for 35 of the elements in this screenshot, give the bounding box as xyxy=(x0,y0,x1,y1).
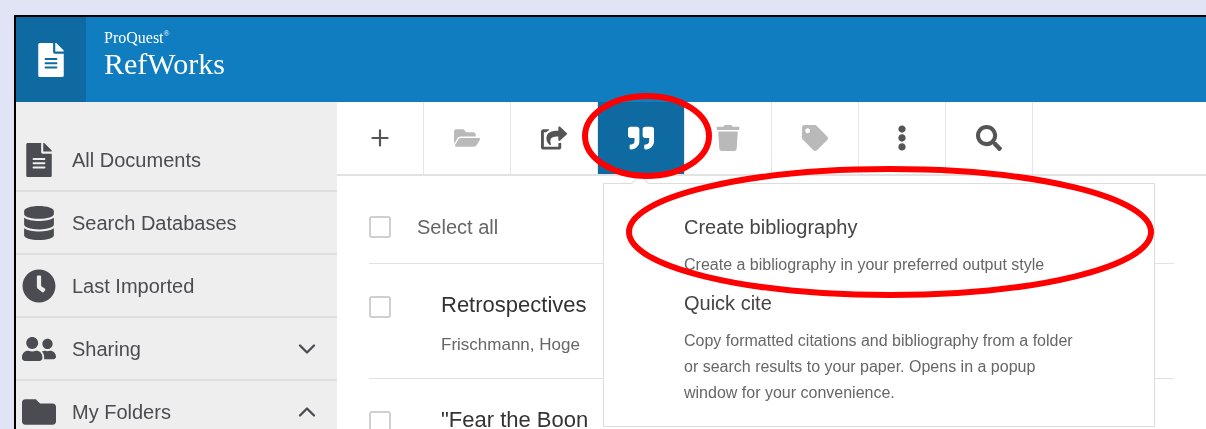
document-icon xyxy=(38,42,64,77)
clock-icon xyxy=(22,268,56,303)
row-checkbox[interactable] xyxy=(369,296,391,318)
sidebar-label: My Folders xyxy=(72,399,172,425)
share-icon xyxy=(541,125,567,151)
menu-item-title: Quick cite xyxy=(684,291,773,316)
brand-name: RefWorks xyxy=(104,47,225,81)
menu-item-title: Create bibliography xyxy=(684,215,859,240)
sidebar-label: Last Imported xyxy=(72,273,196,299)
toolbar-button[interactable] xyxy=(598,102,685,174)
sidebar-item[interactable]: Sharing xyxy=(16,318,337,381)
sidebar-label: All Documents xyxy=(72,147,202,173)
select-all-label: Select all xyxy=(417,214,499,240)
database-icon xyxy=(22,205,56,240)
menu-item[interactable]: Quick cite Copy formatted citations and bibliography from a folder or search results to your paper. Opens in a popup window for your convenience. xyxy=(684,288,1074,406)
document-title[interactable]: Retrospectives xyxy=(441,292,587,318)
sidebar-label: Sharing xyxy=(72,336,142,362)
search-icon xyxy=(976,125,1002,151)
trash-icon xyxy=(715,125,741,151)
sidebar-label: Search Databases xyxy=(72,210,238,236)
quote-icon xyxy=(628,125,654,151)
sidebar-item[interactable]: Search Databases xyxy=(16,192,337,255)
brand-name-small: ProQuest xyxy=(104,29,164,47)
document-title[interactable]: "Fear the Boon xyxy=(441,406,589,429)
sidebar-item[interactable]: My Folders xyxy=(16,381,337,429)
document-authors: Frischmann, Hoge xyxy=(441,334,581,356)
select-all-checkbox[interactable] xyxy=(369,215,391,238)
tag-icon xyxy=(802,125,828,151)
menu-item[interactable]: Create bibliography Create a bibliography in your preferred output style xyxy=(684,212,1074,278)
row-checkbox[interactable] xyxy=(369,410,391,429)
menu-item-description: Copy formatted citations and bibliography from a folder or search results to your paper. Opens in a popup window for your convenience. xyxy=(684,331,1074,403)
sidebar-item[interactable]: Last Imported xyxy=(16,255,337,318)
sidebar-item[interactable]: All Documents xyxy=(16,129,337,192)
menu-item-description: Create a bibliography in your preferred output style xyxy=(684,255,1046,275)
trademark-mark: ® xyxy=(163,29,170,38)
